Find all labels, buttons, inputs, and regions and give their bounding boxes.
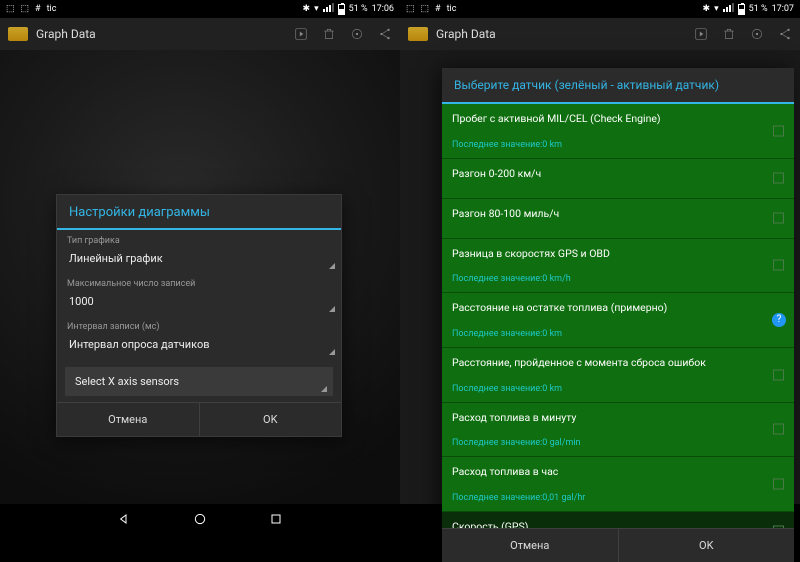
share-icon[interactable] (778, 27, 792, 41)
carrier-label: tic (47, 4, 57, 14)
chart-settings-dialog: Настройки диаграммы Тип графика Линейный… (56, 194, 342, 437)
recents-icon[interactable] (268, 511, 284, 527)
sensor-select-dialog: Выберите датчик (зелёный - активный датч… (442, 68, 794, 562)
sensor-item[interactable]: Расстояние, пройденное с момента сброса … (442, 348, 794, 403)
notif-icon: ⬚ (21, 4, 30, 14)
target-icon[interactable] (350, 27, 364, 41)
cancel-button[interactable]: Отмена (57, 403, 200, 436)
field-label-max: Максимальное число записей (57, 273, 341, 291)
battery-label: 51 % (749, 4, 768, 14)
play-icon[interactable] (694, 27, 708, 41)
trash-icon[interactable] (322, 27, 336, 41)
checkbox-icon[interactable] (773, 260, 784, 271)
checkbox-icon[interactable] (773, 213, 784, 224)
status-bar: ⬚ ⬚ # tic ✱ ▾ 51 % 17:06 (0, 0, 400, 18)
field-label-interval: Интервал записи (мс) (57, 316, 341, 334)
sensor-item[interactable]: Разгон 80-100 миль/ч (442, 199, 794, 239)
wifi-icon: ▾ (714, 4, 719, 14)
field-label-type: Тип графика (57, 230, 341, 248)
checkbox-icon[interactable] (773, 173, 784, 184)
chart-type-spinner[interactable]: Линейный график (57, 248, 341, 273)
dialog-title: Выберите датчик (зелёный - активный датч… (442, 68, 794, 104)
notif-icon: ⬚ (406, 4, 415, 14)
sensor-item[interactable]: Разница в скоростях GPS и OBD Последнее … (442, 239, 794, 294)
sensor-item[interactable]: Расстояние на остатке топлива (примерно)… (442, 293, 794, 348)
app-bar: Graph Data (0, 18, 400, 50)
wifi-icon: ▾ (314, 4, 319, 14)
app-title: Graph Data (36, 27, 286, 41)
signal-icon (723, 3, 734, 15)
battery-icon (738, 4, 745, 15)
trash-icon[interactable] (722, 27, 736, 41)
home-icon[interactable] (192, 511, 208, 527)
share-icon[interactable] (378, 27, 392, 41)
notif-icon: ⬚ (421, 4, 430, 14)
interval-spinner[interactable]: Интервал опроса датчиков (57, 334, 341, 359)
checkbox-icon[interactable] (773, 526, 784, 528)
sensor-item[interactable]: Пробег с активной MIL/CEL (Check Engine)… (442, 104, 794, 159)
hash-icon: # (435, 4, 441, 14)
signal-icon (323, 3, 334, 15)
checkbox-icon[interactable] (773, 125, 784, 136)
play-icon[interactable] (294, 27, 308, 41)
max-records-spinner[interactable]: 1000 (57, 291, 341, 316)
help-icon[interactable]: ? (772, 313, 786, 327)
notif-icon: ⬚ (6, 4, 15, 14)
carrier-label: tic (447, 4, 457, 14)
sensor-item[interactable]: Расход топлива в минуту Последнее значен… (442, 403, 794, 458)
target-icon[interactable] (750, 27, 764, 41)
battery-icon (338, 4, 345, 15)
sensor-item[interactable]: Скорость (GPS) (442, 512, 794, 528)
bluetooth-icon: ✱ (303, 4, 311, 14)
app-title: Graph Data (436, 27, 686, 41)
ok-button[interactable]: OK (200, 403, 342, 436)
status-bar: ⬚ ⬚ # tic ✱ ▾ 51 % 17:07 (400, 0, 800, 18)
bluetooth-icon: ✱ (703, 4, 711, 14)
nav-bar (0, 504, 400, 534)
sensor-item[interactable]: Расход топлива в час Последнее значение:… (442, 457, 794, 512)
app-icon (8, 27, 28, 41)
dialog-title: Настройки диаграммы (57, 195, 341, 230)
back-icon[interactable] (116, 511, 132, 527)
checkbox-icon[interactable] (773, 479, 784, 490)
app-icon (408, 27, 428, 41)
app-bar: Graph Data (400, 18, 800, 50)
battery-label: 51 % (349, 4, 368, 14)
sensor-list[interactable]: Пробег с активной MIL/CEL (Check Engine)… (442, 104, 794, 528)
sensor-item[interactable]: Разгон 0-200 км/ч (442, 159, 794, 199)
select-x-axis-button[interactable]: Select X axis sensors (65, 367, 333, 396)
hash-icon: # (35, 4, 41, 14)
clock: 17:07 (772, 4, 794, 14)
checkbox-icon[interactable] (773, 369, 784, 380)
clock: 17:06 (372, 4, 394, 14)
checkbox-icon[interactable] (773, 424, 784, 435)
